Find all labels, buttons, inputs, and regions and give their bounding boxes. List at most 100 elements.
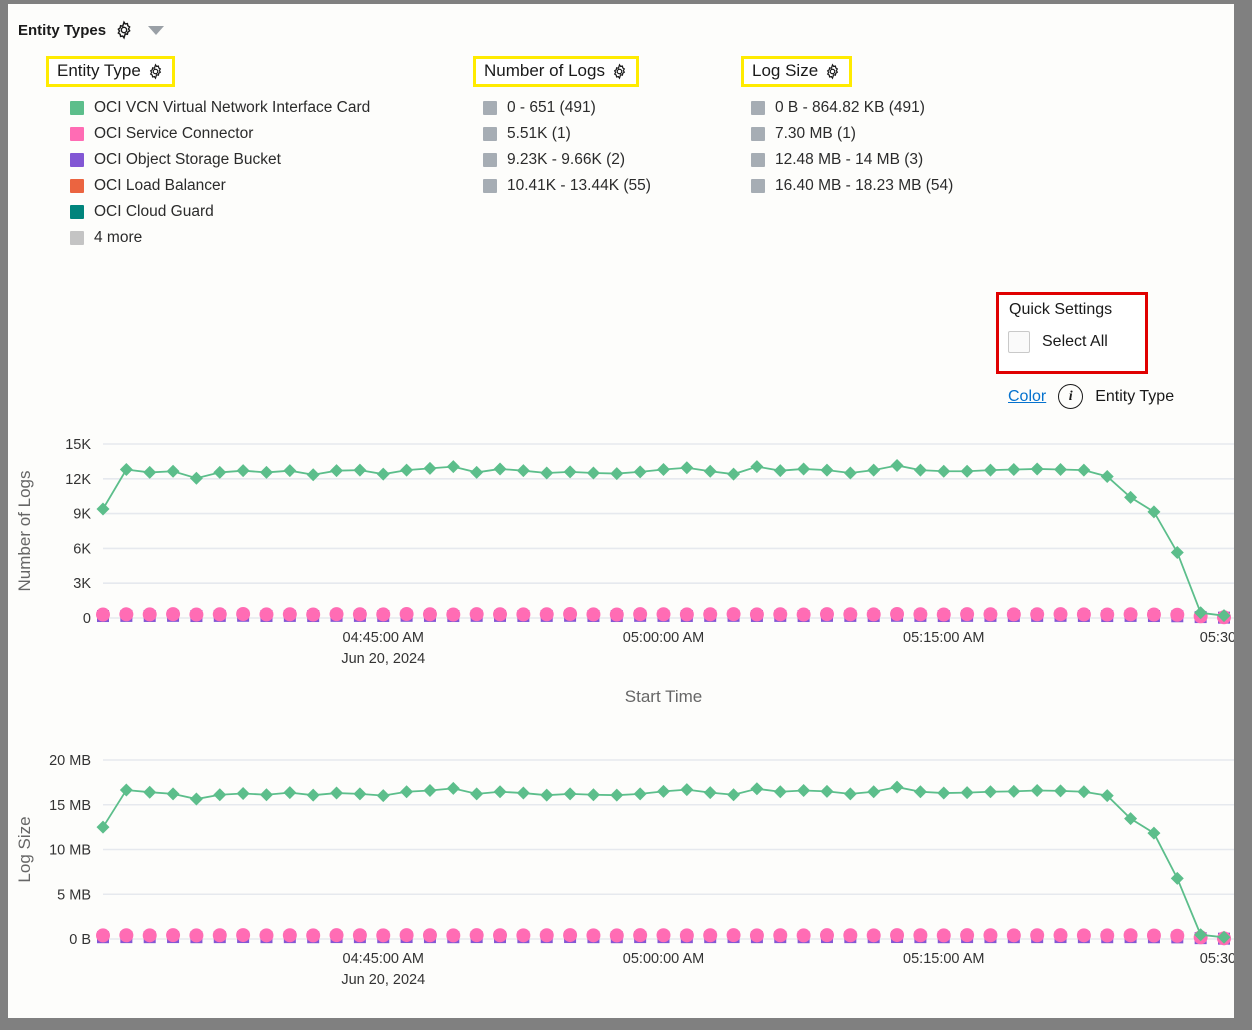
data-point[interactable] xyxy=(260,788,273,801)
data-point[interactable] xyxy=(423,607,437,621)
data-point[interactable] xyxy=(447,782,460,795)
data-point[interactable] xyxy=(610,789,623,802)
data-point[interactable] xyxy=(703,928,717,942)
chart-number-of-logs-svg[interactable]: 03K6K9K12K15KNumber of Logs04:45:00 AMJu… xyxy=(8,428,1234,718)
gear-icon[interactable] xyxy=(824,63,841,80)
data-point[interactable] xyxy=(330,464,343,477)
data-point[interactable] xyxy=(1077,785,1090,798)
data-point[interactable] xyxy=(1007,607,1021,621)
data-point[interactable] xyxy=(143,928,157,942)
data-point[interactable] xyxy=(189,608,203,622)
data-point[interactable] xyxy=(190,793,203,806)
data-point[interactable] xyxy=(750,460,763,473)
data-point[interactable] xyxy=(470,466,483,479)
list-item[interactable]: OCI VCN Virtual Network Interface Card xyxy=(46,95,370,121)
data-point[interactable] xyxy=(586,928,600,942)
data-point[interactable] xyxy=(119,928,133,942)
data-point[interactable] xyxy=(704,786,717,799)
data-point[interactable] xyxy=(1147,505,1160,518)
list-item[interactable]: OCI Service Connector xyxy=(46,121,370,147)
data-point[interactable] xyxy=(1171,872,1184,885)
data-point[interactable] xyxy=(516,607,530,621)
data-point[interactable] xyxy=(1054,784,1067,797)
data-point[interactable] xyxy=(1124,607,1138,621)
data-point[interactable] xyxy=(96,928,110,942)
data-point[interactable] xyxy=(564,787,577,800)
data-point[interactable] xyxy=(120,463,133,476)
data-point[interactable] xyxy=(797,928,811,942)
data-point[interactable] xyxy=(961,465,974,478)
data-point[interactable] xyxy=(167,465,180,478)
data-point[interactable] xyxy=(961,786,974,799)
gear-icon[interactable] xyxy=(147,63,164,80)
data-point[interactable] xyxy=(1077,928,1091,942)
data-point[interactable] xyxy=(307,789,320,802)
data-point[interactable] xyxy=(890,928,904,942)
data-point[interactable] xyxy=(867,928,881,942)
legend-header-log-size[interactable]: Log Size xyxy=(741,56,852,87)
data-point[interactable] xyxy=(213,466,226,479)
data-point[interactable] xyxy=(680,928,694,942)
data-point[interactable] xyxy=(493,607,507,621)
data-point[interactable] xyxy=(306,928,320,942)
data-point[interactable] xyxy=(820,464,833,477)
data-point[interactable] xyxy=(610,928,624,942)
data-point[interactable] xyxy=(867,785,880,798)
data-point[interactable] xyxy=(937,928,951,942)
data-point[interactable] xyxy=(447,460,460,473)
data-point[interactable] xyxy=(1170,929,1184,943)
data-point[interactable] xyxy=(914,464,927,477)
data-point[interactable] xyxy=(330,787,343,800)
data-point[interactable] xyxy=(657,785,670,798)
data-point[interactable] xyxy=(820,785,833,798)
data-point[interactable] xyxy=(400,785,413,798)
select-all-checkbox[interactable] xyxy=(1008,331,1030,353)
data-point[interactable] xyxy=(913,607,927,621)
data-point[interactable] xyxy=(797,462,810,475)
data-point[interactable] xyxy=(400,928,414,942)
data-point[interactable] xyxy=(820,928,834,942)
data-point[interactable] xyxy=(1147,929,1161,943)
data-point[interactable] xyxy=(143,466,156,479)
data-point[interactable] xyxy=(797,784,810,797)
data-point[interactable] xyxy=(1007,928,1021,942)
data-point[interactable] xyxy=(727,788,740,801)
data-point[interactable] xyxy=(587,788,600,801)
data-point[interactable] xyxy=(540,789,553,802)
data-point[interactable] xyxy=(540,607,554,621)
select-all-row[interactable]: Select All xyxy=(1008,331,1108,353)
data-point[interactable] xyxy=(680,783,693,796)
data-point[interactable] xyxy=(891,781,904,794)
data-point[interactable] xyxy=(937,465,950,478)
data-point[interactable] xyxy=(1054,463,1067,476)
data-point[interactable] xyxy=(984,464,997,477)
data-point[interactable] xyxy=(446,608,460,622)
data-point[interactable] xyxy=(1147,608,1161,622)
data-point[interactable] xyxy=(727,928,741,942)
data-point[interactable] xyxy=(563,607,577,621)
data-point[interactable] xyxy=(97,821,110,834)
data-point[interactable] xyxy=(750,607,764,621)
data-point[interactable] xyxy=(983,607,997,621)
data-point[interactable] xyxy=(166,607,180,621)
data-point[interactable] xyxy=(937,787,950,800)
data-point[interactable] xyxy=(377,789,390,802)
data-point[interactable] xyxy=(820,607,834,621)
list-item[interactable]: OCI Load Balancer xyxy=(46,173,370,199)
data-point[interactable] xyxy=(516,928,530,942)
data-point[interactable] xyxy=(657,928,671,942)
data-point[interactable] xyxy=(844,787,857,800)
data-point[interactable] xyxy=(493,928,507,942)
list-item[interactable]: 0 B - 864.82 KB (491) xyxy=(741,95,953,121)
data-point[interactable] xyxy=(423,462,436,475)
data-point[interactable] xyxy=(984,785,997,798)
data-point[interactable] xyxy=(259,928,273,942)
data-point[interactable] xyxy=(750,928,764,942)
data-point[interactable] xyxy=(237,787,250,800)
data-point[interactable] xyxy=(259,607,273,621)
data-point[interactable] xyxy=(634,465,647,478)
data-point[interactable] xyxy=(867,464,880,477)
data-point[interactable] xyxy=(610,608,624,622)
data-point[interactable] xyxy=(1031,462,1044,475)
data-point[interactable] xyxy=(1030,607,1044,621)
